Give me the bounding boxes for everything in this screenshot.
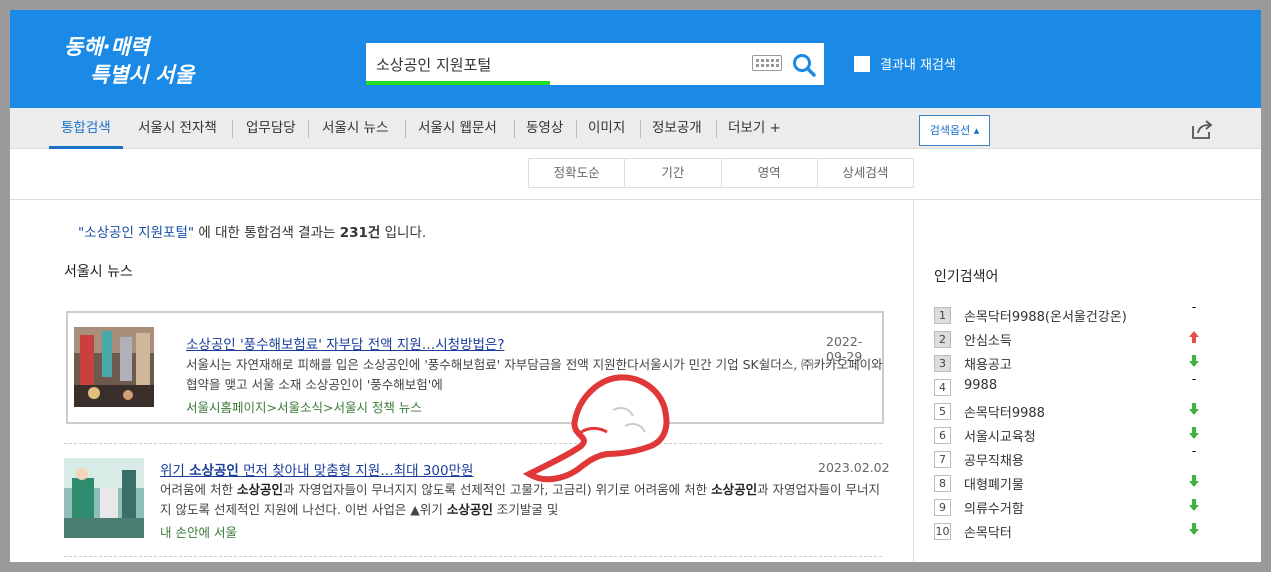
- trend-down-icon: [1188, 402, 1200, 416]
- summary-count: 231건: [339, 225, 381, 241]
- summary-query: "소상공인 지원포털": [78, 225, 195, 241]
- tab-video[interactable]: 동영상: [514, 108, 575, 149]
- filter-area[interactable]: 영역: [722, 159, 818, 187]
- svg-text:동해·매력: 동해·매력: [64, 35, 152, 59]
- rank-badge: 9: [934, 499, 951, 516]
- rank-badge: 4: [934, 379, 951, 396]
- rank-badge: 3: [934, 355, 951, 372]
- keyword-label[interactable]: 손목닥터: [964, 522, 1012, 541]
- keyword-label[interactable]: 의류수거함: [964, 498, 1024, 517]
- result-thumbnail[interactable]: [64, 458, 144, 538]
- popular-keyword-item[interactable]: 7 공무직채용 -: [934, 444, 1214, 470]
- popular-keyword-item[interactable]: 6 서울시교육청: [934, 424, 1214, 446]
- popular-keyword-item[interactable]: 1 손목닥터9988(온서울건강온) -: [934, 300, 1214, 326]
- keyword-label[interactable]: 대형폐기물: [964, 474, 1024, 493]
- keyword-label[interactable]: 9988: [964, 378, 997, 393]
- rank-badge: 2: [934, 331, 951, 348]
- popular-keyword-item[interactable]: 4 9988 -: [934, 372, 1214, 398]
- keyword-label[interactable]: 공무직채용: [964, 450, 1024, 469]
- sidebar-divider: [913, 199, 914, 562]
- recheck-label: 결과내 재검색: [880, 58, 956, 73]
- keyword-label[interactable]: 채용공고: [964, 354, 1012, 373]
- keyword-label[interactable]: 서울시교육청: [964, 426, 1036, 445]
- tab-news[interactable]: 서울시 뉴스: [310, 108, 400, 149]
- filter-detail[interactable]: 상세검색: [818, 159, 913, 187]
- trend-down-icon: [1188, 426, 1200, 440]
- trend-down-icon: [1188, 354, 1200, 368]
- section-title-news: 서울시 뉴스: [64, 264, 133, 280]
- keyword-label[interactable]: 손목닥터9988(온서울건강온): [964, 306, 1127, 325]
- result-path[interactable]: 내 손안에 서울: [160, 522, 237, 541]
- pointing-hand-annotation: [515, 370, 695, 488]
- divider: [10, 199, 1261, 200]
- search-tab-bar: 통합검색 서울시 전자책 업무담당 서울시 뉴스 서울시 웹문서 동영상 이미지…: [10, 108, 1261, 149]
- tab-public-info[interactable]: 정보공개: [640, 108, 714, 149]
- tab-integrated-search[interactable]: 통합검색: [49, 108, 123, 149]
- result-path[interactable]: 서울시홈페이지>서울소식>서울시 정책 뉴스: [186, 397, 422, 416]
- tab-ebook[interactable]: 서울시 전자책: [126, 108, 229, 149]
- popular-keyword-item[interactable]: 2 안심소득: [934, 328, 1214, 350]
- popular-keywords-title: 인기검색어: [934, 269, 999, 285]
- rank-badge: 7: [934, 451, 951, 468]
- popular-keyword-item[interactable]: 10 손목닥터: [934, 520, 1214, 542]
- rank-badge: 1: [934, 307, 951, 324]
- keyboard-icon[interactable]: [752, 55, 782, 71]
- search-icon[interactable]: [790, 51, 818, 79]
- trend-same-icon: -: [1191, 300, 1197, 314]
- result-title[interactable]: 위기 소상공인 먼저 찾아내 맞춤형 지원…최대 300만원: [160, 459, 473, 479]
- tab-web-documents[interactable]: 서울시 웹문서: [406, 108, 509, 149]
- recheck-option[interactable]: 결과내 재검색: [854, 54, 956, 73]
- svg-text:특별시 서울: 특별시 서울: [90, 63, 197, 87]
- seoul-logo[interactable]: 동해·매력 특별시 서울: [60, 30, 200, 88]
- popular-keyword-item[interactable]: 3 채용공고: [934, 352, 1214, 374]
- keyword-label[interactable]: 손목닥터9988: [964, 402, 1045, 421]
- header-bar: 동해·매력 특별시 서울 결과내 재검색: [10, 10, 1261, 108]
- popular-keyword-item[interactable]: 8 대형폐기물: [934, 472, 1214, 494]
- sort-filter-bar: 정확도순 기간 영역 상세검색: [528, 158, 914, 188]
- trend-down-icon: [1188, 522, 1200, 536]
- trend-up-icon: [1188, 330, 1200, 344]
- recheck-checkbox[interactable]: [854, 55, 870, 72]
- tab-more[interactable]: 더보기 +: [716, 108, 793, 149]
- sort-accuracy[interactable]: 정확도순: [529, 159, 626, 187]
- search-input[interactable]: [376, 51, 736, 77]
- search-options-button[interactable]: 검색옵션 ▴: [919, 115, 990, 146]
- share-icon[interactable]: [1190, 118, 1214, 140]
- trend-down-icon: [1188, 498, 1200, 512]
- rank-badge: 8: [934, 475, 951, 492]
- keyword-label[interactable]: 안심소득: [964, 330, 1012, 349]
- trend-down-icon: [1188, 474, 1200, 488]
- result-separator: [64, 443, 882, 444]
- tab-department[interactable]: 업무담당: [234, 108, 308, 149]
- popular-keyword-item[interactable]: 5 손목닥터9988: [934, 400, 1214, 422]
- result-summary: "소상공인 지원포털" 에 대한 통합검색 결과는 231건 입니다.: [78, 225, 427, 241]
- result-thumbnail[interactable]: [74, 327, 154, 407]
- popular-keyword-item[interactable]: 9 의류수거함: [934, 496, 1214, 518]
- filter-period[interactable]: 기간: [625, 159, 722, 187]
- tab-images[interactable]: 이미지: [576, 108, 637, 149]
- result-separator: [64, 556, 882, 557]
- trend-same-icon: -: [1191, 444, 1197, 458]
- result-date: 2023.02.02: [818, 460, 890, 475]
- search-highlight-underline: [366, 81, 550, 85]
- trend-same-icon: -: [1191, 372, 1197, 386]
- result-card-1: 소상공인 '풍수해보험료' 자부담 전액 지원…시청방법은? 2022-09-2…: [66, 311, 884, 424]
- result-title[interactable]: 소상공인 '풍수해보험료' 자부담 전액 지원…시청방법은?: [186, 333, 505, 353]
- rank-badge: 10: [934, 523, 951, 540]
- search-box: [366, 43, 824, 85]
- rank-badge: 6: [934, 427, 951, 444]
- rank-badge: 5: [934, 403, 951, 420]
- browser-frame: 동해·매력 특별시 서울 결과내 재검색 통합검색 서울시 전자책 업무담당 서…: [10, 10, 1261, 562]
